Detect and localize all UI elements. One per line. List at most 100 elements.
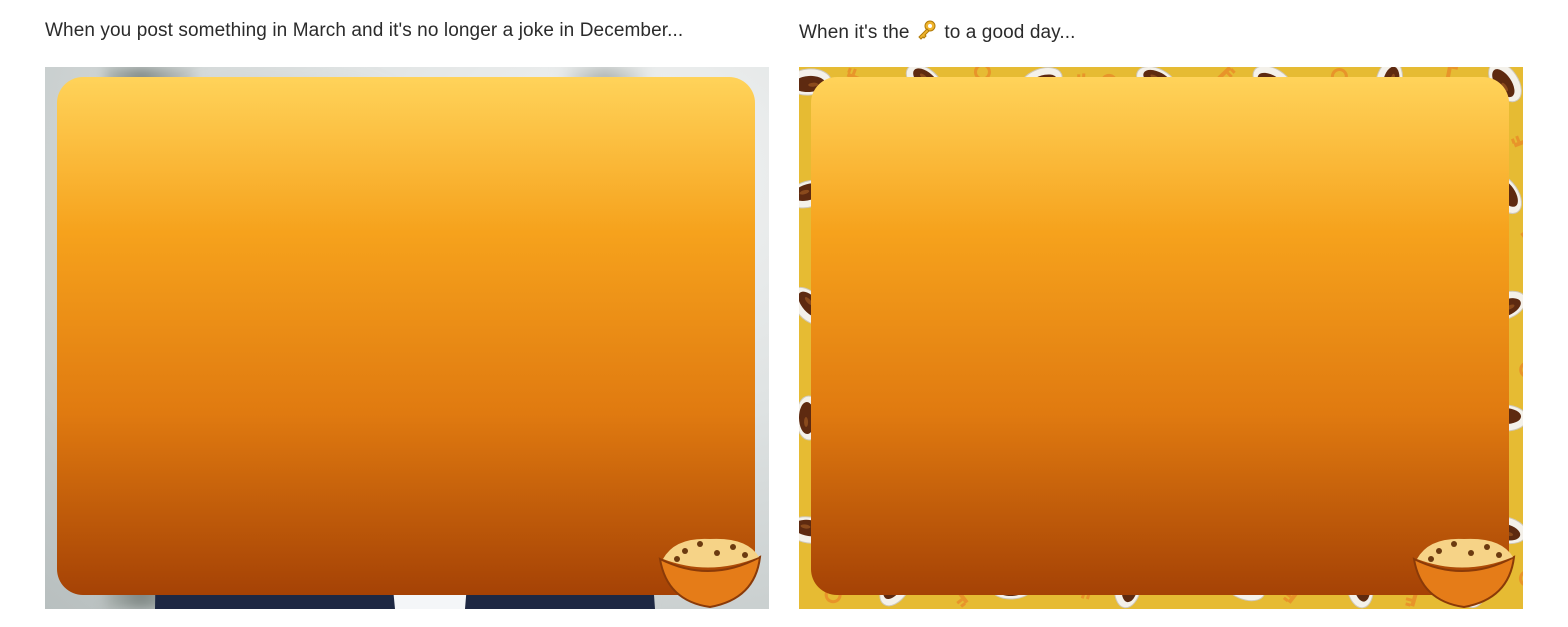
- cereal-bowl-icon: [799, 516, 832, 544]
- key-icon: [939, 569, 969, 608]
- key-icon: [1201, 510, 1232, 548]
- key-icon: [930, 461, 972, 484]
- key-icon: [1055, 121, 1084, 161]
- key-icon: [1315, 288, 1344, 326]
- hat-text-line1: MAKE BREAKAST: [357, 138, 478, 153]
- cereal-bowl-icon: [989, 572, 1035, 600]
- key-icon: [856, 287, 874, 329]
- cereal-bowl-icon: [1141, 284, 1173, 328]
- key-icon: [1163, 128, 1205, 146]
- cereal-bowl-icon: [904, 177, 946, 211]
- key-icon: [818, 457, 853, 492]
- key-icon: [1170, 234, 1208, 266]
- cereal-bowl-icon: [873, 124, 919, 152]
- cereal-bowl-icon: [995, 117, 1029, 159]
- hat-text-line2: GREAT AGAIN: [369, 154, 466, 169]
- cereal-bowl-icon: [1114, 563, 1142, 609]
- cereal-bowl-icon: [903, 291, 947, 321]
- cereal-bowl-icon: [875, 457, 917, 491]
- post-image[interactable]: MAKE BREAKAST GREAT AGAIN: [45, 67, 769, 609]
- cereal-bowl-icon: [1223, 457, 1265, 491]
- key-icon: [1399, 355, 1441, 373]
- cereal-bowl-icon: [905, 67, 945, 100]
- cereal-bowl-icon: [1412, 538, 1516, 609]
- key-icon: [966, 292, 1002, 324]
- cereal-bowl-icon: [1019, 67, 1063, 97]
- key-icon: [854, 176, 877, 218]
- cereal-bowl-icon: [991, 234, 1033, 266]
- cereal-bowl-icon: [1256, 509, 1290, 551]
- caption-text-before: When it's the: [799, 22, 910, 43]
- key-icon: [1193, 403, 1232, 433]
- cereal-bowl-icon: [799, 395, 823, 441]
- cereal-bowl-icon: [1251, 179, 1295, 209]
- key-icon: [1282, 569, 1317, 604]
- cereal-bowl-icon: [1230, 339, 1258, 385]
- key-icon: [828, 228, 849, 269]
- cereal-bowl-icon: [1346, 563, 1374, 609]
- cereal-bowl-icon: [1483, 290, 1523, 322]
- cereal-bowl-icon: [1019, 291, 1063, 321]
- key-icon: [944, 119, 962, 161]
- cereal-bowl-icon: [1025, 396, 1057, 440]
- post-caption: When you post something in March and it'…: [45, 20, 684, 41]
- key-icon: [1510, 135, 1523, 148]
- key-icon: [1279, 463, 1321, 481]
- cereal-bowl-icon: [878, 230, 914, 270]
- post-image[interactable]: [799, 67, 1523, 609]
- person-figure: MAKE BREAKAST GREAT AGAIN: [155, 102, 655, 609]
- key-icon: [1323, 395, 1341, 437]
- cereal-bowl-icon: [1140, 173, 1174, 215]
- cereal-bowl-icon: [1462, 227, 1490, 273]
- cereal-bowl-icon: [1221, 236, 1267, 264]
- key-icon: [1060, 343, 1078, 385]
- cereal-bowl-icon: [1257, 396, 1289, 440]
- cereal-bowl-icon: [1228, 117, 1260, 159]
- key-bowl-pattern: [799, 67, 1523, 609]
- post-key-day: When it's the to a good day...: [799, 0, 1523, 627]
- key-icon: [973, 67, 991, 105]
- cereal-bowl-icon: [1375, 395, 1403, 441]
- key-icon: [824, 342, 856, 380]
- key-icon: [1424, 297, 1466, 315]
- key-icon: [1519, 361, 1523, 379]
- cereal-bowl-icon: [1106, 459, 1150, 489]
- cereal-bowl-icon: [1457, 119, 1495, 157]
- key-icon: [1199, 67, 1236, 98]
- key-icon: [851, 396, 882, 435]
- key-icon: [1170, 346, 1202, 383]
- cereal-bowl-icon: [1487, 173, 1523, 215]
- key-icon: [962, 180, 1002, 206]
- key-icon: [1083, 513, 1120, 546]
- cereal-bowl-icon: [1024, 173, 1058, 215]
- key-icon: [964, 408, 1005, 429]
- key-icon: [824, 566, 855, 604]
- cereal-bowl-icon: [799, 179, 831, 209]
- cereal-bowl-icon: [1143, 507, 1171, 553]
- cereal-bowl-icon: [1338, 122, 1382, 154]
- cereal-bowl-icon: [903, 403, 947, 433]
- post-caption: When it's the to a good day...: [799, 20, 1076, 46]
- key-icon: [1077, 73, 1118, 91]
- key-icon: [1430, 176, 1461, 214]
- key-icon: [1292, 231, 1310, 273]
- key-icon: [1087, 175, 1110, 216]
- key-icon: [935, 233, 969, 269]
- key-icon: [1396, 235, 1435, 264]
- key-icon: [1079, 401, 1114, 436]
- cereal-bowl-icon: [1252, 67, 1294, 99]
- cereal-bowl-icon: [1340, 232, 1380, 268]
- cereal-bowl-icon: [991, 457, 1033, 491]
- cereal-bowl-icon: [1367, 290, 1411, 322]
- cereal-bowl-icon: [658, 538, 762, 609]
- cereal-bowl-icon: [1341, 455, 1379, 493]
- key-icon: [1428, 410, 1471, 430]
- cereal-bowl-icon: [1106, 123, 1150, 153]
- key-icon: [846, 67, 885, 95]
- caption-text-after: to a good day...: [944, 22, 1076, 43]
- cereal-bowl-icon: [998, 339, 1026, 385]
- key-icon: [1292, 340, 1312, 381]
- cereal-bowl-icon: [1455, 346, 1497, 378]
- key-icon: [852, 513, 881, 553]
- key-icon: [1170, 457, 1207, 490]
